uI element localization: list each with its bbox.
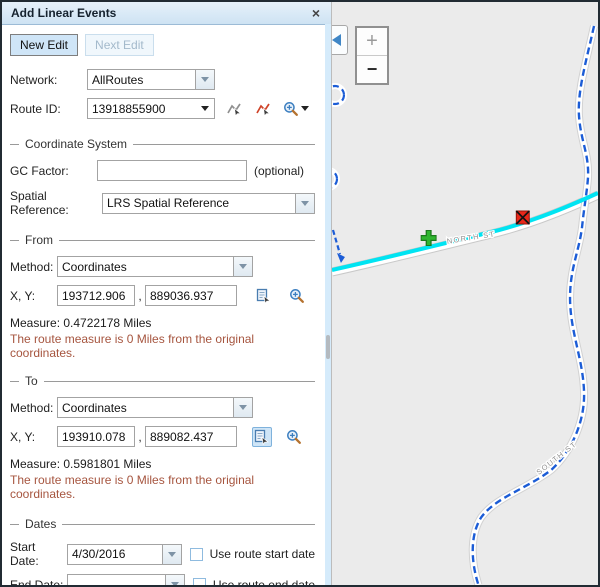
start-date-dropdown[interactable]: 4/30/2016: [67, 544, 182, 565]
start-date-value: 4/30/2016: [68, 547, 162, 561]
from-y-input[interactable]: [145, 285, 237, 306]
zoom-to-from-point-icon[interactable]: [287, 286, 307, 306]
from-section-header: From: [10, 233, 315, 247]
optional-label: (optional): [254, 164, 304, 178]
panel-content: New Edit Next Edit Network: AllRoutes Ro…: [2, 25, 331, 587]
route-id-label: Route ID:: [10, 102, 87, 116]
arrowhead-icon: [337, 253, 345, 263]
dashed-route-line: [332, 26, 594, 585]
dates-section-header: Dates: [10, 517, 315, 531]
close-icon[interactable]: ×: [310, 6, 322, 20]
to-method-value: Coordinates: [58, 401, 233, 415]
chevron-down-icon[interactable]: [233, 257, 252, 276]
from-method-dropdown[interactable]: Coordinates: [57, 256, 253, 277]
spatial-reference-dropdown[interactable]: LRS Spatial Reference: [102, 193, 315, 214]
to-point-marker[interactable]: [516, 211, 529, 224]
end-date-row: End Date: Use route end date: [10, 574, 315, 587]
network-dropdown[interactable]: AllRoutes: [87, 69, 215, 90]
to-x-input[interactable]: [57, 426, 135, 447]
to-xy-row: X, Y: ,: [10, 426, 315, 447]
use-route-start-date-label: Use route start date: [210, 547, 315, 561]
to-xy-label: X, Y:: [10, 430, 57, 444]
from-measure-text: Measure: 0.4722178 Miles: [10, 316, 315, 330]
add-linear-events-window: Add Linear Events × New Edit Next Edit N…: [0, 0, 600, 587]
street-label-south: SOUTH ST: [535, 439, 579, 476]
chevron-down-icon[interactable]: [165, 575, 184, 587]
from-x-input[interactable]: [57, 285, 135, 306]
spatial-reference-row: Spatial Reference: LRS Spatial Reference: [10, 189, 315, 217]
spatial-reference-label: Spatial Reference:: [10, 189, 102, 217]
from-method-value: Coordinates: [58, 260, 233, 274]
from-method-row: Method: Coordinates: [10, 256, 315, 277]
start-date-row: Start Date: 4/30/2016 Use route start da…: [10, 540, 315, 568]
network-label: Network:: [10, 73, 87, 87]
use-route-start-date-checkbox[interactable]: [190, 548, 203, 561]
to-section-header: To: [10, 374, 315, 388]
spatial-reference-value: LRS Spatial Reference: [103, 196, 295, 210]
select-route-icon[interactable]: [225, 99, 245, 119]
select-route-red-icon[interactable]: [254, 99, 274, 119]
road-casing: [332, 26, 598, 585]
to-measure-text: Measure: 0.5981801 Miles: [10, 457, 315, 471]
collapse-panel-button[interactable]: [331, 25, 348, 55]
chevron-down-icon[interactable]: [162, 545, 181, 564]
route-id-combobox[interactable]: 13918855900: [87, 98, 215, 119]
chevron-left-icon: [332, 34, 341, 46]
map-zoom-control: + −: [355, 26, 389, 85]
to-method-label: Method:: [10, 401, 57, 415]
use-route-end-date-checkbox[interactable]: [193, 578, 206, 587]
route-id-row: Route ID: 13918855900: [10, 98, 315, 119]
network-row: Network: AllRoutes: [10, 69, 315, 90]
to-y-input[interactable]: [145, 426, 237, 447]
to-warning-text: The route measure is 0 Miles from the or…: [10, 473, 315, 501]
add-linear-events-panel: Add Linear Events × New Edit Next Edit N…: [2, 2, 331, 585]
from-warning-text: The route measure is 0 Miles from the or…: [10, 332, 315, 360]
from-xy-row: X, Y: ,: [10, 285, 315, 306]
coordinate-system-section-header: Coordinate System: [10, 137, 315, 151]
route-id-value: 13918855900: [88, 102, 197, 116]
chevron-down-icon[interactable]: [295, 194, 314, 213]
end-date-dropdown[interactable]: [67, 574, 185, 587]
end-date-label: End Date:: [10, 578, 67, 587]
new-edit-button[interactable]: New Edit: [10, 34, 78, 56]
chevron-down-icon[interactable]: [233, 398, 252, 417]
map-view[interactable]: NORTH ST SOUTH ST + −: [331, 2, 598, 585]
gc-factor-input[interactable]: [97, 160, 247, 181]
map-graphics: NORTH ST SOUTH ST: [332, 2, 598, 585]
to-method-row: Method: Coordinates: [10, 397, 315, 418]
start-date-label: Start Date:: [10, 540, 67, 568]
scrollbar-thumb[interactable]: [326, 335, 330, 359]
from-method-label: Method:: [10, 260, 57, 274]
chevron-down-icon[interactable]: [195, 70, 214, 89]
to-method-dropdown[interactable]: Coordinates: [57, 397, 253, 418]
panel-titlebar: Add Linear Events ×: [2, 2, 331, 25]
next-edit-button: Next Edit: [85, 34, 154, 56]
chevron-down-icon[interactable]: [301, 106, 309, 111]
zoom-to-route-icon[interactable]: [282, 99, 310, 119]
gc-factor-row: GC Factor: (optional): [10, 160, 315, 181]
use-route-end-date-label: Use route end date: [213, 578, 315, 587]
network-value: AllRoutes: [88, 73, 195, 87]
gc-factor-label: GC Factor:: [10, 164, 97, 178]
panel-title: Add Linear Events: [11, 6, 116, 20]
from-xy-label: X, Y:: [10, 289, 57, 303]
zoom-out-button[interactable]: −: [357, 56, 387, 83]
chevron-down-icon[interactable]: [201, 106, 209, 111]
zoom-to-to-point-icon[interactable]: [284, 427, 304, 447]
pick-from-coordinates-icon[interactable]: [254, 286, 274, 306]
pick-to-coordinates-icon[interactable]: [252, 427, 272, 447]
zoom-in-button[interactable]: +: [357, 28, 387, 56]
